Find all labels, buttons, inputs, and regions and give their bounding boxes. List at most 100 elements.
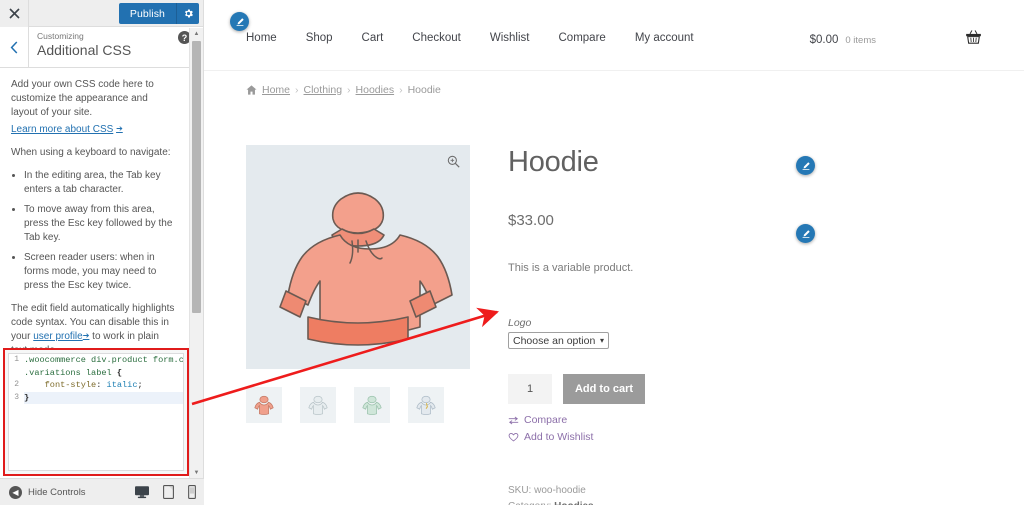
magnifier-plus-icon[interactable] (447, 155, 460, 173)
code-text: .woocommerce div.product form.cart (24, 354, 184, 367)
css-code-editor[interactable]: 1 .woocommerce div.product form.cart .va… (8, 353, 184, 471)
site-preview: Home Shop Cart Checkout Wishlist Compare… (204, 0, 1024, 505)
breadcrumb-separator: › (295, 84, 299, 96)
nav-item-compare[interactable]: Compare (559, 32, 606, 44)
nav-item-wishlist[interactable]: Wishlist (490, 32, 530, 44)
product-short-description: This is a variable product. (508, 262, 634, 274)
cart-total: $0.00 (809, 34, 839, 46)
breadcrumb-clothing[interactable]: Clothing (304, 84, 343, 96)
tablet-preview-icon[interactable] (163, 485, 174, 499)
css-property: font-style (24, 380, 97, 390)
variation-select-logo[interactable]: Choose an option ▾ (508, 332, 609, 349)
user-profile-link[interactable]: user profile (33, 331, 82, 342)
publish-button[interactable]: Publish (118, 3, 176, 24)
keyboard-intro: When using a keyboard to navigate: (11, 147, 171, 158)
edit-menu-pencil-icon[interactable] (230, 12, 249, 31)
wishlist-label: Add to Wishlist (524, 431, 594, 443)
keyboard-bullets: In the editing area, the Tab key enters … (11, 169, 177, 293)
hoodie-illustration (279, 192, 453, 346)
page-title: Hoodie (508, 146, 599, 178)
hide-controls-button[interactable]: ◀ Hide Controls (0, 485, 86, 499)
pencil-icon (802, 161, 810, 170)
list-item: In the editing area, the Tab key enters … (24, 169, 177, 197)
variation-label-logo: Logo (508, 317, 532, 329)
nav-item-shop[interactable]: Shop (306, 32, 333, 44)
edit-price-pencil-icon[interactable] (796, 224, 815, 243)
product-main-image[interactable] (246, 145, 470, 369)
breadcrumb-current: Hoodie (407, 84, 441, 96)
product-thumbnails (246, 387, 470, 423)
css-open-brace: { (111, 367, 122, 378)
chevron-down-icon: ▾ (599, 336, 604, 345)
sku-value: woo-hoodie (534, 485, 586, 496)
scroll-up-arrow-icon[interactable]: ▲ (190, 28, 203, 39)
compare-arrows-icon (508, 416, 519, 424)
intro-text: Add your own CSS code here to customize … (11, 79, 154, 118)
category-label: Category: (508, 501, 551, 505)
thumbnail-hoodie-red[interactable] (246, 387, 282, 423)
breadcrumb-home[interactable]: Home (262, 84, 290, 96)
css-semicolon: ; (137, 380, 143, 390)
publish-settings-button[interactable] (176, 3, 199, 24)
line-number-blank (9, 366, 24, 379)
learn-more-link[interactable]: Learn more about CSS (11, 124, 113, 135)
scroll-down-arrow-icon[interactable]: ▼ (190, 467, 203, 478)
sku-label: SKU: (508, 485, 532, 496)
thumbnail-hoodie-blue[interactable] (408, 387, 444, 423)
gear-icon (184, 9, 193, 18)
edit-title-pencil-icon[interactable] (796, 156, 815, 175)
red-highlight-box: 1 .woocommerce div.product form.cart .va… (3, 348, 189, 476)
nav-item-my-account[interactable]: My account (635, 32, 694, 44)
css-selector-part-b: .variations label (24, 367, 112, 378)
line-number: 3 (9, 391, 24, 404)
back-button[interactable] (0, 27, 29, 67)
css-selector-part-a: .woocommerce div.product form.cart (24, 355, 184, 365)
close-customizer-button[interactable] (0, 0, 29, 27)
scrollbar-thumb[interactable] (192, 41, 201, 313)
thumbnail-hoodie-white[interactable] (300, 387, 336, 423)
code-text: .variations label { (24, 367, 183, 380)
variation-selected-value: Choose an option (513, 334, 596, 347)
code-line-1: 1 .woocommerce div.product form.cart (9, 354, 183, 367)
product-gallery (246, 145, 470, 423)
product-price: $33.00 (508, 212, 554, 229)
device-preview-group (135, 485, 196, 499)
thumbnail-hoodie-green[interactable] (354, 387, 390, 423)
cart-summary[interactable]: $0.00 0 items (810, 34, 876, 46)
compare-link[interactable]: Compare (508, 414, 838, 426)
chevron-left-icon (10, 40, 18, 54)
breadcrumb-separator: › (399, 84, 403, 96)
customizer-panel: Publish Customizing Additional CSS ? Add… (0, 0, 204, 505)
learn-more-paragraph: Learn more about CSS ➔ (11, 123, 177, 137)
mobile-preview-icon[interactable] (188, 485, 196, 499)
pencil-icon (236, 17, 244, 26)
breadcrumb-separator: › (347, 84, 351, 96)
customizer-scrollbar[interactable]: ▲ ▼ (189, 28, 203, 478)
category-link-hoodies[interactable]: Hoodies (554, 501, 593, 505)
breadcrumb-hoodies[interactable]: Hoodies (356, 84, 395, 96)
add-to-cart-button[interactable]: Add to cart (563, 374, 645, 404)
sku-row: SKU: woo-hoodie (508, 483, 838, 499)
close-x-icon (8, 7, 20, 19)
collapse-arrow-icon: ◀ (9, 485, 22, 499)
quantity-stepper[interactable]: 1 (508, 374, 552, 404)
wishlist-link[interactable]: Add to Wishlist (508, 431, 838, 443)
panel-title: Additional CSS (37, 42, 132, 58)
nav-item-home[interactable]: Home (246, 32, 277, 44)
customizer-topbar: Publish (0, 0, 203, 27)
customizer-footer: ◀ Hide Controls (0, 478, 204, 505)
nav-item-checkout[interactable]: Checkout (412, 32, 461, 44)
code-text: font-style: italic; (24, 379, 183, 392)
desktop-preview-icon[interactable] (135, 485, 149, 499)
compare-label: Compare (524, 414, 568, 426)
breadcrumb: Home › Clothing › Hoodies › Hoodie (246, 84, 441, 96)
line-number: 1 (9, 354, 24, 367)
shopping-basket-icon[interactable] (965, 29, 982, 50)
nav-item-cart[interactable]: Cart (362, 32, 384, 44)
customizer-section-header: Customizing Additional CSS ? (0, 27, 203, 68)
css-colon: : (96, 380, 107, 390)
css-value: italic (106, 380, 138, 390)
heart-icon (508, 433, 519, 442)
cart-item-count: 0 items (845, 35, 876, 46)
pencil-icon (802, 229, 810, 238)
